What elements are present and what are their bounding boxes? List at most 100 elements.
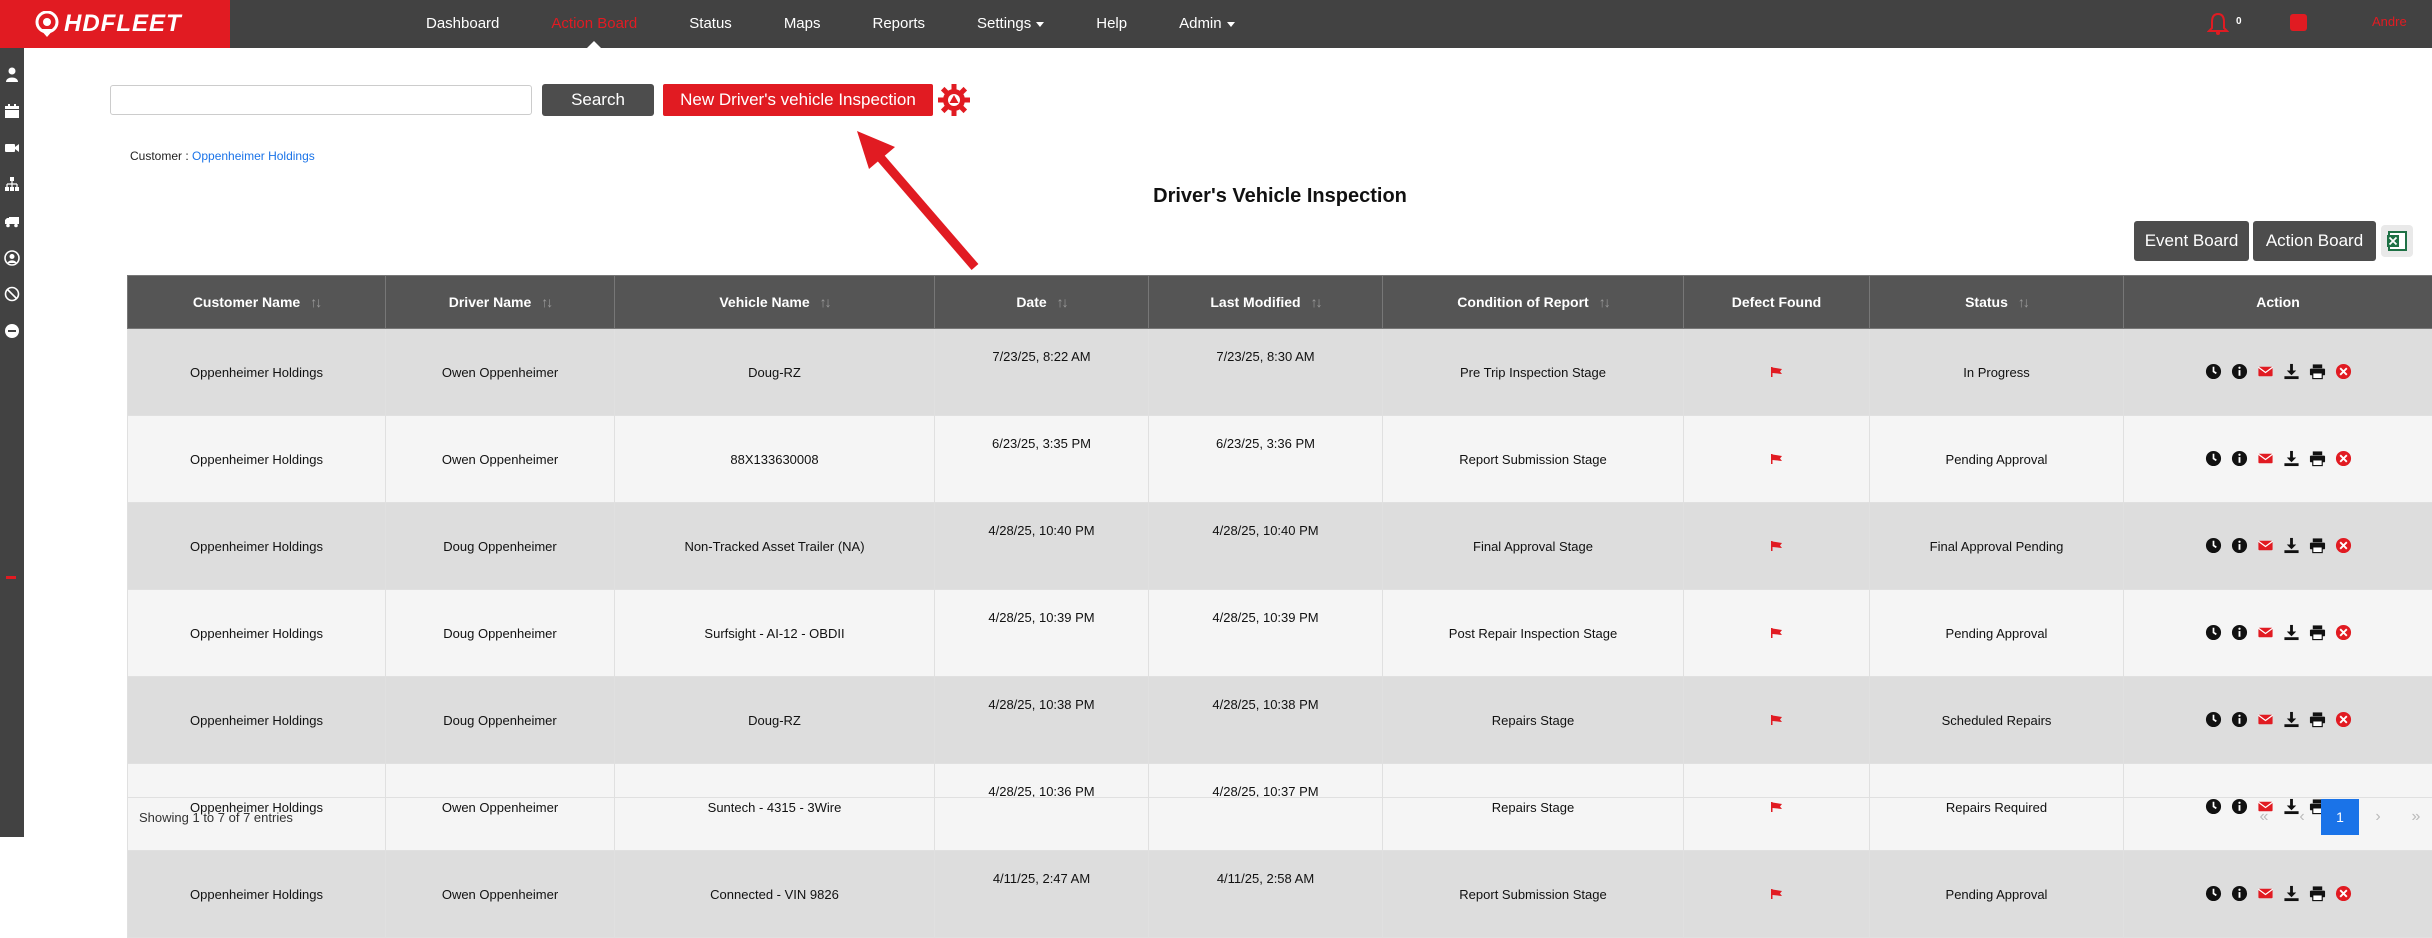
sort-icon[interactable]: ↑↓ xyxy=(1311,294,1321,310)
last-page-button[interactable]: » xyxy=(2397,799,2432,835)
next-page-button[interactable]: › xyxy=(2359,799,2397,835)
column-header-status[interactable]: Status↑↓ xyxy=(1870,276,2124,329)
history-icon[interactable] xyxy=(2204,885,2222,903)
user-circle-icon[interactable] xyxy=(4,250,20,266)
nav-item-status[interactable]: Status xyxy=(663,0,758,48)
flag-icon[interactable] xyxy=(1771,889,1783,899)
nav-item-reports[interactable]: Reports xyxy=(847,0,952,48)
download-icon[interactable] xyxy=(2282,450,2300,468)
page-1-button[interactable]: 1 xyxy=(2321,799,2359,835)
flag-icon[interactable] xyxy=(1771,541,1783,551)
email-icon[interactable] xyxy=(2256,363,2274,381)
flag-icon[interactable] xyxy=(1771,715,1783,725)
user-name[interactable]: Andre xyxy=(2372,14,2407,29)
print-icon[interactable] xyxy=(2308,450,2326,468)
action-board-button[interactable]: Action Board xyxy=(2253,221,2376,261)
info-icon[interactable] xyxy=(2230,885,2248,903)
delete-icon[interactable] xyxy=(2334,624,2352,642)
sort-icon[interactable]: ↑↓ xyxy=(1599,294,1609,310)
nav-item-admin[interactable]: Admin xyxy=(1153,0,1261,48)
calendar-icon[interactable] xyxy=(4,103,20,119)
table-row[interactable]: Oppenheimer HoldingsDoug OppenheimerDoug… xyxy=(128,677,2432,764)
tag-icon[interactable] xyxy=(4,286,20,302)
truck-icon[interactable] xyxy=(4,213,20,229)
search-input[interactable] xyxy=(110,85,532,115)
user-icon[interactable] xyxy=(4,66,20,82)
sort-icon[interactable]: ↑↓ xyxy=(820,294,830,310)
info-icon[interactable] xyxy=(2230,363,2248,381)
info-icon[interactable] xyxy=(2230,450,2248,468)
print-icon[interactable] xyxy=(2308,711,2326,729)
nav-item-dashboard[interactable]: Dashboard xyxy=(400,0,525,48)
history-icon[interactable] xyxy=(2204,711,2222,729)
cell-date: 7/23/25, 8:22 AM xyxy=(935,329,1149,416)
print-icon[interactable] xyxy=(2308,624,2326,642)
table-row[interactable]: Oppenheimer HoldingsOwen OppenheimerConn… xyxy=(128,851,2432,938)
search-button[interactable]: Search xyxy=(542,84,654,116)
delete-icon[interactable] xyxy=(2334,711,2352,729)
info-icon[interactable] xyxy=(2230,711,2248,729)
flag-icon[interactable] xyxy=(1771,454,1783,464)
nav-item-help[interactable]: Help xyxy=(1070,0,1153,48)
history-icon[interactable] xyxy=(2204,450,2222,468)
column-header-condition-of-report[interactable]: Condition of Report ↑↓ xyxy=(1383,276,1684,329)
flag-icon[interactable] xyxy=(1771,628,1783,638)
email-icon[interactable] xyxy=(2256,537,2274,555)
logo[interactable]: HDFLEET xyxy=(0,0,230,48)
table-row[interactable]: Oppenheimer HoldingsDoug OppenheimerSurf… xyxy=(128,590,2432,677)
column-header-driver-name[interactable]: Driver Name↑↓ xyxy=(386,276,615,329)
column-header-date[interactable]: Date↑↓ xyxy=(935,276,1149,329)
cell-customer: Oppenheimer Holdings xyxy=(128,416,386,503)
email-icon[interactable] xyxy=(2256,885,2274,903)
nav-item-settings[interactable]: Settings xyxy=(951,0,1070,48)
info-icon[interactable] xyxy=(2230,624,2248,642)
sort-icon[interactable]: ↑↓ xyxy=(541,294,551,310)
excel-export-button[interactable] xyxy=(2381,225,2413,257)
print-icon[interactable] xyxy=(2308,363,2326,381)
download-icon[interactable] xyxy=(2282,537,2300,555)
sort-icon[interactable]: ↑↓ xyxy=(310,294,320,310)
download-icon[interactable] xyxy=(2282,885,2300,903)
first-page-button[interactable]: « xyxy=(2245,799,2283,835)
email-icon[interactable] xyxy=(2256,711,2274,729)
video-icon[interactable] xyxy=(4,140,20,156)
download-icon[interactable] xyxy=(2282,711,2300,729)
caret-down-icon xyxy=(1227,22,1235,27)
nav-item-maps[interactable]: Maps xyxy=(758,0,847,48)
delete-icon[interactable] xyxy=(2334,450,2352,468)
cell-customer: Oppenheimer Holdings xyxy=(128,590,386,677)
delete-icon[interactable] xyxy=(2334,363,2352,381)
column-header-label: Condition of Report xyxy=(1457,294,1588,310)
sort-icon[interactable]: ↑↓ xyxy=(2018,294,2028,310)
table-row[interactable]: Oppenheimer HoldingsOwen OppenheimerDoug… xyxy=(128,329,2432,416)
delete-icon[interactable] xyxy=(2334,885,2352,903)
flag-icon[interactable] xyxy=(1771,367,1783,377)
delete-icon[interactable] xyxy=(2334,537,2352,555)
minus-circle-icon[interactable] xyxy=(4,323,20,339)
column-header-vehicle-name[interactable]: Vehicle Name↑↓ xyxy=(615,276,935,329)
download-icon[interactable] xyxy=(2282,363,2300,381)
email-icon[interactable] xyxy=(2256,624,2274,642)
history-icon[interactable] xyxy=(2204,537,2222,555)
alert-indicator[interactable] xyxy=(2290,14,2307,31)
bell-icon[interactable] xyxy=(2207,12,2229,36)
nav-item-action-board[interactable]: Action Board xyxy=(525,0,663,48)
row-actions xyxy=(2124,363,2432,381)
customer-link[interactable]: Oppenheimer Holdings xyxy=(192,149,315,163)
print-icon[interactable] xyxy=(2308,885,2326,903)
history-icon[interactable] xyxy=(2204,624,2222,642)
history-icon[interactable] xyxy=(2204,363,2222,381)
email-icon[interactable] xyxy=(2256,450,2274,468)
prev-page-button[interactable]: ‹ xyxy=(2283,799,2321,835)
column-header-customer-name[interactable]: Customer Name↑↓ xyxy=(128,276,386,329)
print-icon[interactable] xyxy=(2308,537,2326,555)
new-inspection-button[interactable]: New Driver's vehicle Inspection xyxy=(663,84,933,116)
info-icon[interactable] xyxy=(2230,537,2248,555)
sort-icon[interactable]: ↑↓ xyxy=(1057,294,1067,310)
table-row[interactable]: Oppenheimer HoldingsOwen Oppenheimer88X1… xyxy=(128,416,2432,503)
download-icon[interactable] xyxy=(2282,624,2300,642)
gear-icon[interactable] xyxy=(936,82,972,118)
column-header-last-modified[interactable]: Last Modified↑↓ xyxy=(1149,276,1383,329)
table-row[interactable]: Oppenheimer HoldingsDoug OppenheimerNon-… xyxy=(128,503,2432,590)
event-board-button[interactable]: Event Board xyxy=(2134,221,2249,261)
